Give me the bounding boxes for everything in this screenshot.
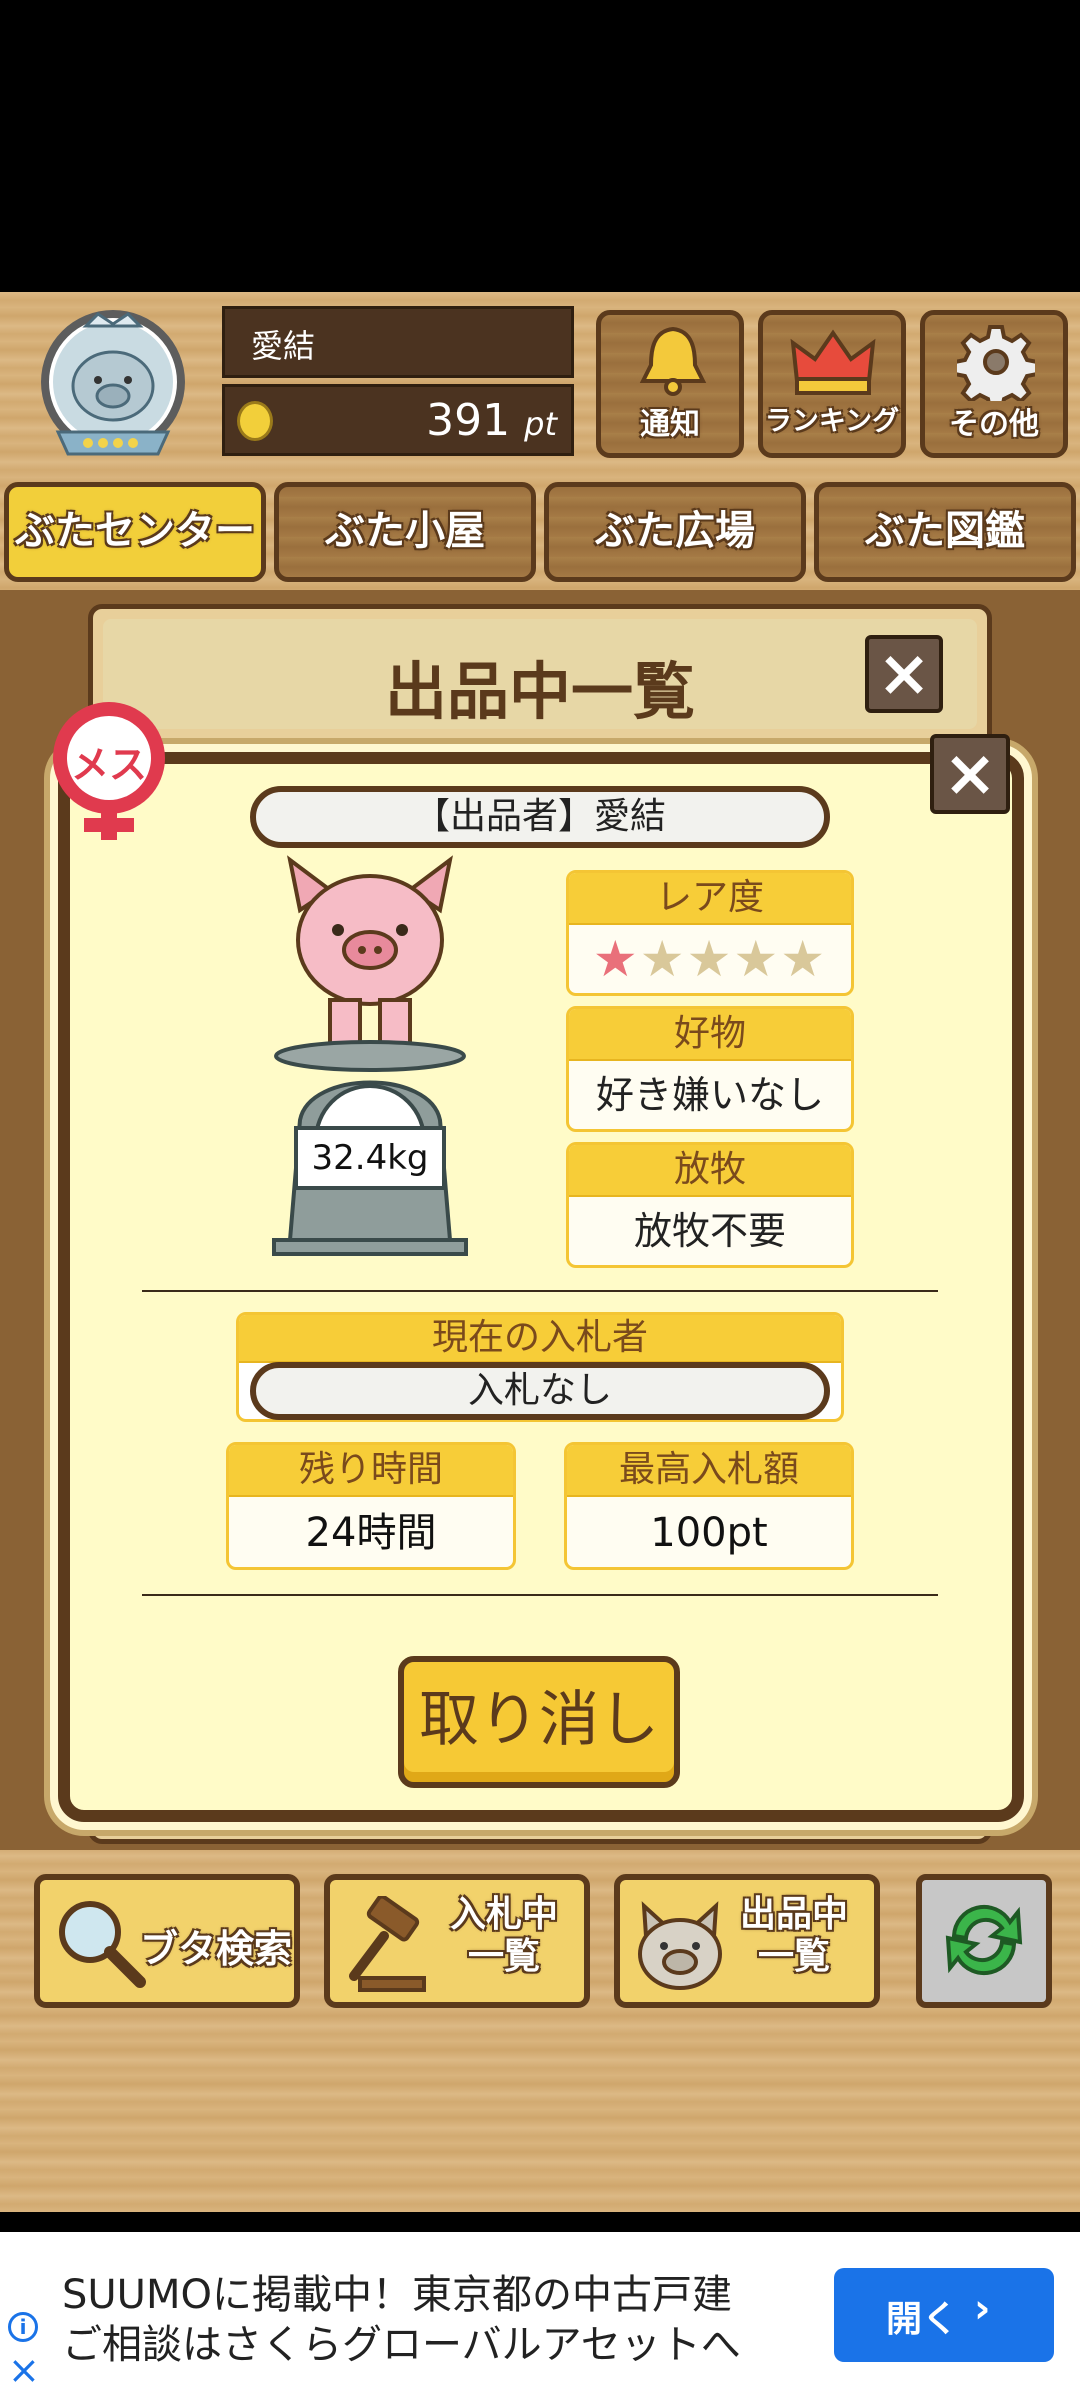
magnifier-icon xyxy=(59,1901,146,1988)
listing-list-button[interactable]: 出品中 一覧 xyxy=(614,1874,880,2008)
max-bid-box: 最高入札額 100pt xyxy=(564,1442,854,1570)
ad-close-icon[interactable]: × xyxy=(8,2350,40,2390)
pig-on-scale: 32.4kg xyxy=(270,850,470,1260)
star-empty-icon: ★ xyxy=(733,930,781,988)
favorite-value: 好き嫌いなし xyxy=(595,1073,824,1117)
tab-buta-hut-label: ぶた小屋 xyxy=(325,508,485,554)
tab-buta-guide-label: ぶた図鑑 xyxy=(865,508,1025,554)
panel-close-button[interactable]: × xyxy=(930,734,1010,814)
ad-banner[interactable]: SUUMOに掲載中！東京都の中古戸建 ご相談はさくらグローバルアセットへ i ×… xyxy=(0,2232,1080,2400)
max-bid-label: 最高入札額 xyxy=(567,1445,851,1497)
tab-buta-hut[interactable]: ぶた小屋 xyxy=(274,482,536,582)
ad-open-label: 開く xyxy=(886,2299,959,2340)
listing-list-label: 出品中 一覧 xyxy=(739,1894,848,1977)
seller-text: 【出品者】愛結 xyxy=(413,796,666,837)
max-bid-value: 100pt xyxy=(650,1510,768,1556)
ad-open-button[interactable]: 開く › xyxy=(834,2268,1054,2362)
tab-buta-center[interactable]: ぶたセンター xyxy=(4,482,266,582)
cancel-button[interactable]: 取り消し xyxy=(398,1656,680,1788)
time-label: 残り時間 xyxy=(229,1445,513,1497)
star-empty-icon: ★ xyxy=(639,930,687,988)
bidder-pill: 入札なし xyxy=(250,1362,830,1420)
points-number: 391 xyxy=(426,395,511,446)
pig-image xyxy=(272,855,468,1256)
tab-buta-guide[interactable]: ぶた図鑑 xyxy=(814,482,1076,582)
favorite-label: 好物 xyxy=(569,1009,851,1061)
rarity-box: レア度 ★★★★★ xyxy=(566,870,854,996)
panel-title: 出品中一覧 xyxy=(384,655,695,728)
bidding-list-button[interactable]: 入札中 一覧 xyxy=(324,1874,590,2008)
other-button[interactable]: その他 xyxy=(920,310,1068,458)
gavel-icon xyxy=(349,1896,426,1992)
star-empty-icon: ★ xyxy=(686,930,734,988)
notification-label: 通知 xyxy=(640,407,700,442)
bidding-list-label: 入札中 一覧 xyxy=(449,1894,558,1977)
chevron-right-icon: › xyxy=(974,2286,991,2332)
crown-icon xyxy=(790,329,876,395)
gear-icon xyxy=(957,325,1035,401)
seller-pill: 【出品者】愛結 xyxy=(250,786,830,848)
points-value: 391 pt xyxy=(426,395,557,446)
points-unit: pt xyxy=(524,405,557,443)
grazing-box: 放牧 放牧不要 xyxy=(566,1142,854,1268)
tab-buta-plaza[interactable]: ぶた広場 xyxy=(544,482,806,582)
grazing-value: 放牧不要 xyxy=(633,1209,786,1253)
female-badge-label: メス xyxy=(70,743,147,787)
divider-top xyxy=(142,1290,938,1292)
weight-display: 32.4kg xyxy=(294,1126,446,1190)
list-close-button[interactable]: × xyxy=(865,635,943,713)
header-bar: 愛結 391 pt 通知 ランキング その他 xyxy=(0,292,1080,472)
close-icon: × xyxy=(877,637,931,711)
rarity-stars: ★★★★★ xyxy=(569,925,851,993)
time-box: 残り時間 24時間 xyxy=(226,1442,516,1570)
cancel-button-label: 取り消し xyxy=(419,1685,659,1755)
coin-icon xyxy=(237,401,273,441)
female-badge: メス xyxy=(44,696,174,846)
weight-value: 32.4kg xyxy=(311,1138,429,1178)
star-empty-icon: ★ xyxy=(780,930,828,988)
divider-bottom xyxy=(142,1594,938,1596)
user-name: 愛結 xyxy=(251,327,316,365)
user-name-box: 愛結 xyxy=(222,306,574,378)
bidder-label: 現在の入札者 xyxy=(239,1315,841,1363)
avatar[interactable] xyxy=(18,304,208,464)
bidder-value: 入札なし xyxy=(467,1370,612,1411)
notification-button[interactable]: 通知 xyxy=(596,310,744,458)
close-icon: × xyxy=(943,737,997,811)
time-value: 24時間 xyxy=(305,1510,437,1556)
favorite-box: 好物 好き嫌いなし xyxy=(566,1006,854,1132)
ad-line2: ご相談はさくらグローバルアセットへ xyxy=(62,2322,741,2368)
tab-buta-plaza-label: ぶた広場 xyxy=(595,508,755,554)
ranking-label: ランキング xyxy=(764,406,900,437)
bell-icon xyxy=(639,326,707,396)
list-window-header: 出品中一覧 × xyxy=(103,619,977,729)
refresh-icon xyxy=(945,1904,1023,1976)
star-filled-icon: ★ xyxy=(592,930,640,988)
ad-info-icon[interactable]: i xyxy=(8,2312,38,2342)
ranking-button[interactable]: ランキング xyxy=(758,310,906,458)
pig-search-label: ブタ検索 xyxy=(140,1927,293,1971)
other-label: その他 xyxy=(949,407,1039,442)
points-box: 391 pt xyxy=(222,384,574,456)
grazing-label: 放牧 xyxy=(569,1145,851,1197)
refresh-button[interactable] xyxy=(916,1874,1052,2008)
pig-face-icon xyxy=(638,1901,722,1990)
pig-search-button[interactable]: ブタ検索 xyxy=(34,1874,300,2008)
rarity-label: レア度 xyxy=(569,873,851,925)
tab-buta-center-label: ぶたセンター xyxy=(15,508,255,554)
